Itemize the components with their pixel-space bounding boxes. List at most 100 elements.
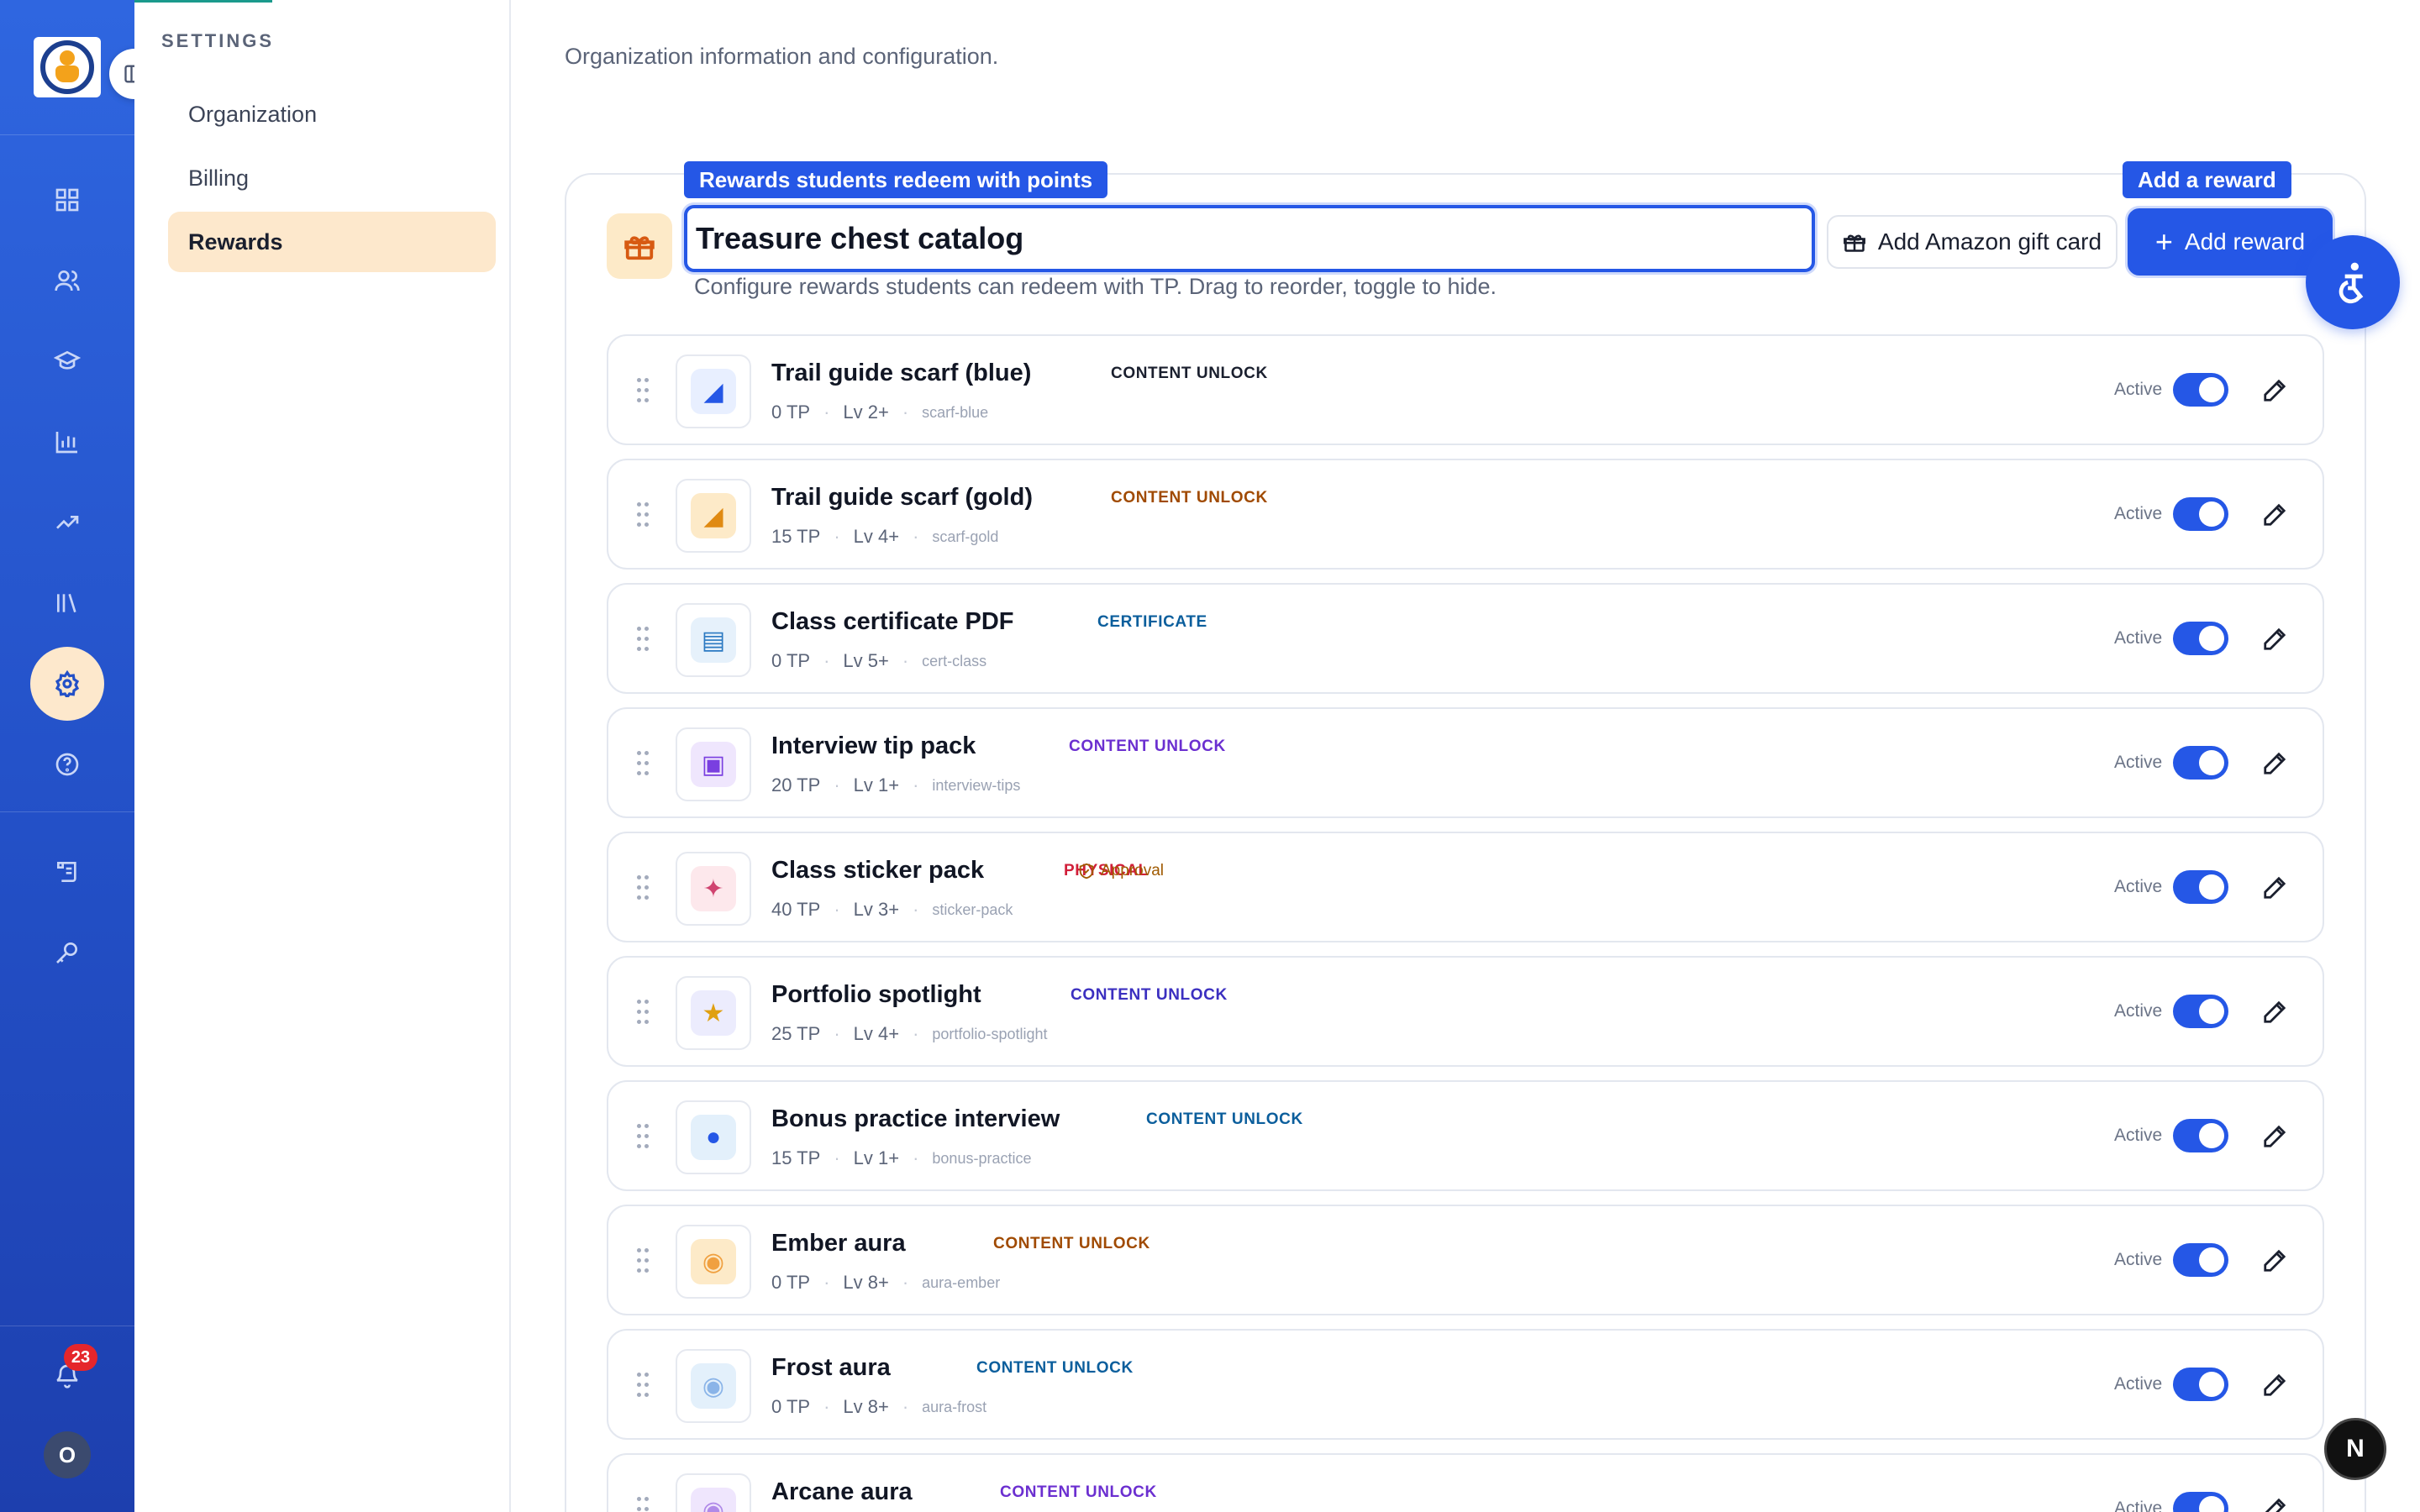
pencil-icon xyxy=(2264,1000,2286,1023)
reward-level: Lv 5+ xyxy=(843,650,889,671)
accessibility-icon xyxy=(2338,262,2364,304)
reward-status-label: Active xyxy=(2114,1499,2163,1512)
catalog-helper-text: Configure rewards students can redeem wi… xyxy=(694,274,1497,299)
scarf-icon: ◢ xyxy=(691,369,736,414)
reward-slug: sticker-pack xyxy=(932,900,1013,918)
reward-row[interactable]: ◉ Arcane aura CONTENT UNLOCK Active xyxy=(607,1453,2324,1512)
title-tooltip: Rewards students redeem with points xyxy=(684,161,1108,198)
edit-reward-button[interactable] xyxy=(2259,996,2291,1028)
pencil-icon xyxy=(2264,627,2286,650)
active-toggle[interactable] xyxy=(2173,497,2228,531)
drag-handle-icon[interactable] xyxy=(637,1497,649,1512)
reward-type-tag: CONTENT UNLOCK xyxy=(976,1359,1134,1377)
graduation-cap-icon[interactable] xyxy=(47,341,87,381)
drag-handle-icon[interactable] xyxy=(637,502,649,528)
scroll-icon[interactable] xyxy=(47,852,87,892)
drag-handle-icon[interactable] xyxy=(637,378,649,403)
drag-handle-icon[interactable] xyxy=(637,751,649,776)
edit-reward-button[interactable] xyxy=(2259,1121,2291,1152)
reward-row[interactable]: ✦ Class sticker pack PHYSICAL Approval 40 TP… xyxy=(607,832,2324,942)
bar-chart-icon[interactable] xyxy=(47,422,87,462)
help-icon[interactable] xyxy=(47,744,87,785)
settings-item-organization[interactable]: Organization xyxy=(168,84,496,144)
framework-badge-button[interactable]: N xyxy=(2324,1418,2386,1480)
reward-level: Lv 4+ xyxy=(853,526,900,547)
edit-reward-button[interactable] xyxy=(2259,499,2291,531)
users-icon[interactable] xyxy=(47,260,87,301)
reward-status-label: Active xyxy=(2114,504,2163,523)
nav-rail: 23 O xyxy=(0,0,134,1512)
reward-name: Interview tip pack xyxy=(771,732,976,759)
active-toggle[interactable] xyxy=(2173,1368,2228,1401)
active-toggle[interactable] xyxy=(2173,995,2228,1028)
drag-handle-icon[interactable] xyxy=(637,627,649,652)
page-subtitle: Organization information and configurati… xyxy=(565,44,999,69)
edit-reward-button[interactable] xyxy=(2259,748,2291,780)
reward-level: Lv 1+ xyxy=(853,1147,900,1168)
reward-slug: aura-ember xyxy=(922,1273,1001,1291)
reward-meta: 0 TP · Lv 8+ · aura-frost xyxy=(771,1396,987,1417)
drag-handle-icon[interactable] xyxy=(637,1000,649,1025)
trending-up-icon[interactable] xyxy=(47,502,87,543)
edit-reward-button[interactable] xyxy=(2259,1494,2291,1512)
active-toggle[interactable] xyxy=(2173,1492,2228,1512)
reward-thumbnail: ▤ xyxy=(676,603,751,677)
certificate-icon: ▤ xyxy=(691,617,736,663)
add-amazon-gift-card-button[interactable]: Add Amazon gift card xyxy=(1827,215,2118,269)
edit-reward-button[interactable] xyxy=(2259,375,2291,407)
reward-thumbnail: ◉ xyxy=(676,1473,751,1512)
pack-icon: ▣ xyxy=(691,742,736,787)
reward-status-label: Active xyxy=(2114,1250,2163,1269)
settings-item-billing[interactable]: Billing xyxy=(168,148,496,208)
active-toggle[interactable] xyxy=(2173,622,2228,655)
reward-status-label: Active xyxy=(2114,1374,2163,1394)
reward-name: Class certificate PDF xyxy=(771,608,1014,635)
reward-row[interactable]: ● Bonus practice interview CONTENT UNLOCK 1… xyxy=(607,1080,2324,1191)
settings-gear-icon[interactable] xyxy=(30,647,104,721)
user-avatar[interactable]: O xyxy=(44,1431,91,1478)
dashboard-icon[interactable] xyxy=(47,180,87,220)
active-toggle[interactable] xyxy=(2173,373,2228,407)
reward-level: Lv 4+ xyxy=(853,1023,900,1044)
reward-thumbnail: ◉ xyxy=(676,1225,751,1299)
reward-row[interactable]: ▤ Class certificate PDF CERTIFICATE 0 TP · Lv… xyxy=(607,583,2324,694)
edit-reward-button[interactable] xyxy=(2259,872,2291,904)
progress-accent xyxy=(134,0,272,3)
reward-row[interactable]: ◢ Trail guide scarf (gold) CONTENT UNLOCK 1… xyxy=(607,459,2324,570)
reward-level: Lv 8+ xyxy=(843,1272,889,1293)
edit-reward-button[interactable] xyxy=(2259,1369,2291,1401)
reward-row[interactable]: ◢ Trail guide scarf (blue) CONTENT UNLOCK 0… xyxy=(607,334,2324,445)
edit-reward-button[interactable] xyxy=(2259,623,2291,655)
reward-row[interactable]: ◉ Ember aura CONTENT UNLOCK 0 TP · Lv 8+ · aura… xyxy=(607,1205,2324,1315)
drag-handle-icon[interactable] xyxy=(637,1248,649,1273)
active-toggle[interactable] xyxy=(2173,746,2228,780)
reward-meta: 15 TP · Lv 4+ · scarf-gold xyxy=(771,526,999,547)
library-icon[interactable] xyxy=(47,583,87,623)
drag-handle-icon[interactable] xyxy=(637,1373,649,1398)
edit-reward-button[interactable] xyxy=(2259,1245,2291,1277)
reward-thumbnail: ◉ xyxy=(676,1349,751,1423)
accessibility-button[interactable] xyxy=(2306,235,2400,329)
reward-row[interactable]: ★ Portfolio spotlight CONTENT UNLOCK 25 TP ·… xyxy=(607,956,2324,1067)
reward-type-tag: CONTENT UNLOCK xyxy=(993,1235,1150,1252)
reward-slug: bonus-practice xyxy=(932,1149,1032,1167)
active-toggle[interactable] xyxy=(2173,1119,2228,1152)
key-icon[interactable] xyxy=(47,932,87,973)
drag-handle-icon[interactable] xyxy=(637,1124,649,1149)
reward-points: 20 TP xyxy=(771,774,821,795)
reward-row[interactable]: ◉ Frost aura CONTENT UNLOCK 0 TP · Lv 8+ · aura… xyxy=(607,1329,2324,1440)
shield-check-icon xyxy=(1079,863,1094,879)
catalog-title-input[interactable]: Treasure chest catalog xyxy=(684,205,1815,272)
reward-name: Ember aura xyxy=(771,1230,906,1257)
reward-points: 15 TP xyxy=(771,526,821,547)
active-toggle[interactable] xyxy=(2173,870,2228,904)
settings-item-rewards[interactable]: Rewards xyxy=(168,212,496,272)
amazon-button-label: Add Amazon gift card xyxy=(1877,228,2102,255)
drag-handle-icon[interactable] xyxy=(637,875,649,900)
reward-status-label: Active xyxy=(2114,380,2163,399)
reward-row[interactable]: ▣ Interview tip pack CONTENT UNLOCK 20 TP · L… xyxy=(607,707,2324,818)
add-reward-button[interactable]: + Add reward xyxy=(2128,208,2333,276)
reward-points: 25 TP xyxy=(771,1023,821,1044)
active-toggle[interactable] xyxy=(2173,1243,2228,1277)
app-logo[interactable] xyxy=(34,37,101,97)
